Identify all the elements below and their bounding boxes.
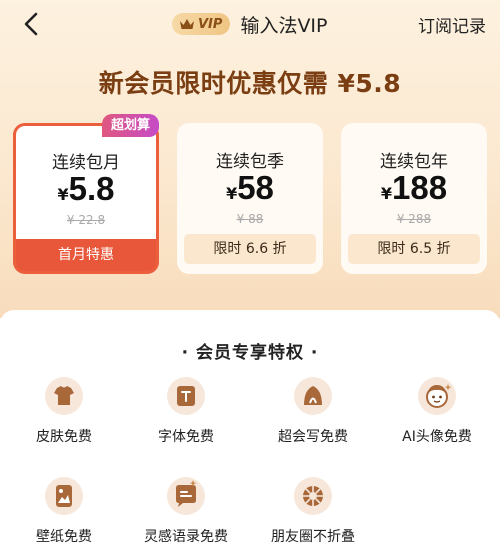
wallpaper-icon	[44, 476, 84, 516]
subscription-records-link[interactable]: 订阅记录	[418, 12, 486, 37]
benefit-ai-avatar[interactable]: AI头像免费	[377, 376, 497, 446]
vip-badge: VIP	[172, 13, 231, 35]
currency-symbol: ¥	[57, 185, 69, 204]
benefit-label: 超会写免费	[278, 429, 348, 445]
plan-card-monthly[interactable]: 超划算 连续包月 ¥5.8 ¥ 22.8 首月特惠	[13, 114, 159, 274]
benefit-moments[interactable]: 朋友圈不折叠	[253, 476, 373, 546]
original-price: ¥ 22.8	[66, 213, 106, 227]
plan-card-yearly[interactable]: 连续包年 ¥188 ¥ 288 限时 6.5 折	[341, 123, 487, 274]
currency-symbol: ¥	[380, 184, 393, 203]
benefit-label: AI头像免费	[402, 429, 472, 445]
tshirt-icon	[44, 376, 84, 416]
nav-title-group: VIP 输入法VIP	[172, 10, 328, 38]
promo-headline: 新会员限时优惠仅需 ¥5.8	[98, 69, 402, 98]
benefit-label: 皮肤免费	[36, 429, 92, 445]
back-button[interactable]	[18, 10, 46, 38]
crown-icon	[180, 19, 194, 29]
plan-price: ¥58	[177, 169, 323, 207]
benefit-label: 朋友圈不折叠	[271, 529, 355, 545]
price-amount: 58	[237, 169, 274, 206]
ai-avatar-icon	[417, 376, 457, 416]
nav-bar: VIP 输入法VIP 订阅记录	[0, 0, 500, 48]
font-icon	[166, 376, 206, 416]
benefits-title: · 会员专享特权 ·	[181, 343, 319, 363]
plan-promo-tag: 首月特惠	[16, 239, 156, 271]
page-title: 输入法VIP	[240, 14, 328, 37]
chevron-left-icon	[24, 12, 38, 36]
moments-icon	[293, 476, 333, 516]
benefit-writing[interactable]: 超会写免费	[253, 376, 373, 446]
benefit-quote[interactable]: 灵感语录免费	[126, 476, 246, 546]
benefit-font[interactable]: 字体免费	[126, 376, 246, 446]
quote-icon	[166, 476, 206, 516]
benefit-label: 字体免费	[158, 429, 214, 445]
writing-icon	[293, 376, 333, 416]
price-amount: 5.8	[68, 170, 115, 207]
original-price: ¥ 288	[396, 212, 432, 226]
plan-promo-tag: 限时 6.6 折	[184, 234, 316, 264]
vip-badge-label: VIP	[198, 16, 223, 32]
benefits-panel: · 会员专享特权 · 皮肤免费 字体免费 超会写免费 AI头像免费 壁纸免费 灵…	[0, 310, 500, 550]
benefit-skin[interactable]: 皮肤免费	[4, 376, 124, 446]
plan-promo-tag: 限时 6.5 折	[348, 234, 480, 264]
plan-price: ¥5.8	[16, 170, 156, 208]
plan-card-quarterly[interactable]: 连续包季 ¥58 ¥ 88 限时 6.6 折	[177, 123, 323, 274]
benefit-wallpaper[interactable]: 壁纸免费	[4, 476, 124, 546]
benefit-label: 壁纸免费	[36, 529, 92, 545]
plan-price: ¥188	[341, 169, 487, 207]
benefit-label: 灵感语录免费	[144, 529, 228, 545]
price-amount: 188	[392, 169, 448, 206]
best-value-ribbon: 超划算	[101, 114, 159, 137]
original-price: ¥ 88	[236, 212, 264, 226]
currency-symbol: ¥	[226, 184, 238, 203]
